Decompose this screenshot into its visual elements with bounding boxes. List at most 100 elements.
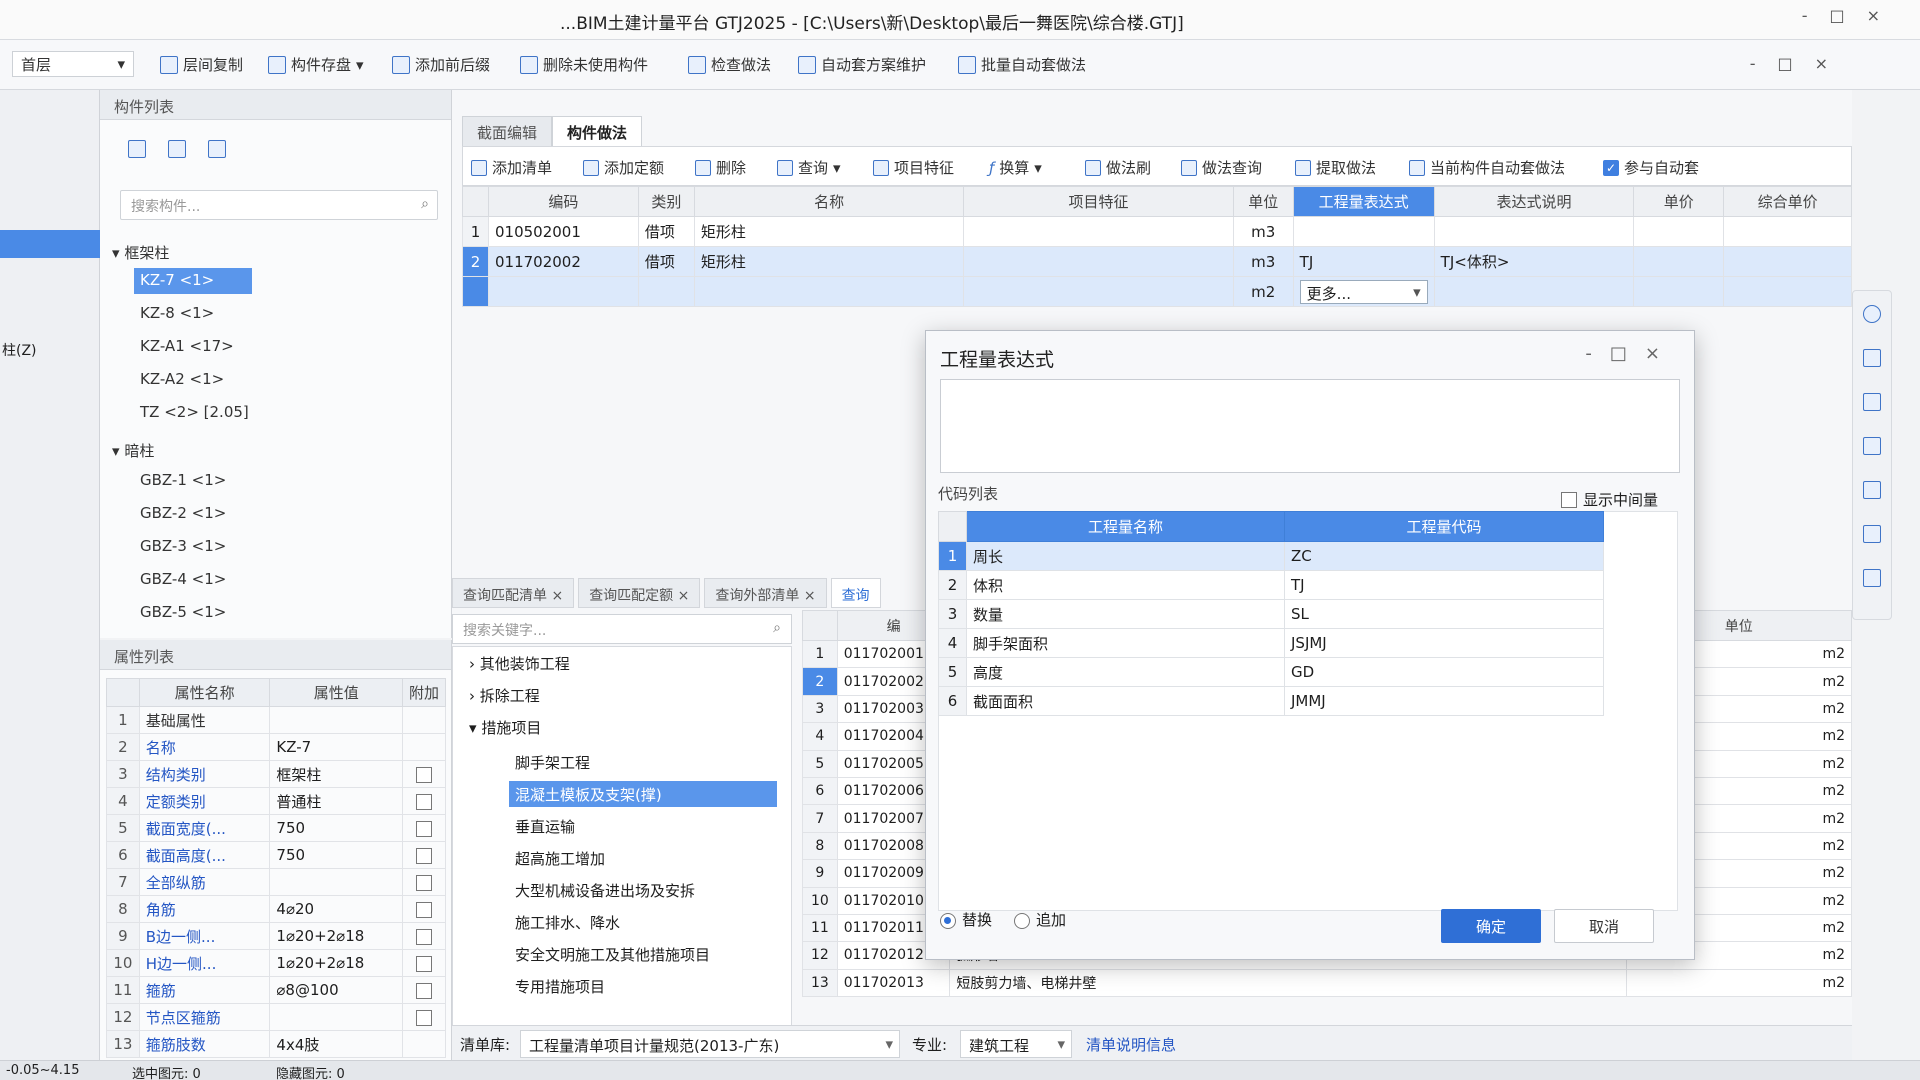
query-button[interactable]: 查询 ▾ (777, 157, 841, 178)
tree-item[interactable]: KZ-A2 <1> (134, 367, 230, 393)
chevron-down-icon[interactable]: ▾ (469, 719, 481, 737)
chevron-right-icon[interactable]: › (469, 687, 480, 705)
tree-item[interactable]: TZ <2> [2.05] (134, 400, 255, 426)
delete-button[interactable]: 删除 (695, 157, 746, 178)
tab-query-match-quota[interactable]: 查询匹配定额 × (578, 578, 701, 608)
checkbox-icon[interactable] (1560, 491, 1577, 508)
convert-button[interactable]: ƒ 换算 ▾ (989, 157, 1042, 178)
child-maximize-button[interactable]: □ (1777, 54, 1814, 73)
tree-item[interactable]: KZ-8 <1> (134, 301, 220, 327)
tree-group-hidden-column[interactable]: ▾ 暗柱 (112, 440, 154, 461)
delete-component-icon[interactable] (208, 140, 226, 158)
expression-dropdown[interactable]: 更多... (1299, 279, 1428, 304)
tab-component-method[interactable]: 构件做法 (552, 116, 643, 146)
dialog-minimize-button[interactable]: - (1585, 343, 1610, 364)
tree-item[interactable]: 混凝土模板及支架(撑) (509, 781, 777, 807)
note-tool-icon[interactable] (1863, 569, 1881, 587)
tree-item[interactable]: GBZ-2 <1> (134, 501, 232, 527)
batch-auto-method-button[interactable]: 批量自动套做法 (958, 54, 1086, 75)
copy-between-floors-button[interactable]: 层间复制 (160, 54, 243, 75)
floor-select[interactable]: 首层 ▾ (12, 51, 134, 77)
tab-query-external-list[interactable]: 查询外部清单 × (704, 578, 827, 608)
settings-icon[interactable] (1863, 525, 1881, 543)
search-icon[interactable]: ⌕ (773, 620, 781, 636)
layer-tool-icon[interactable] (1863, 349, 1881, 367)
close-icon[interactable]: × (678, 588, 690, 604)
tree-item[interactable]: 施工排水、降水 (509, 909, 626, 935)
method-query-button[interactable]: 做法查询 (1181, 157, 1262, 178)
property-value[interactable] (269, 1003, 404, 1031)
show-intermediate-checkbox[interactable]: 显示中间量 (1560, 489, 1658, 510)
join-auto-checkbox[interactable]: ✓ 参与自动套 (1603, 157, 1699, 178)
property-value[interactable]: 1⌀20+2⌀18 (269, 949, 404, 977)
checkbox-icon[interactable] (416, 928, 433, 945)
add-list-button[interactable]: 添加清单 (471, 157, 552, 178)
radio-replace[interactable]: 替换 (940, 909, 992, 930)
expression-input[interactable] (940, 379, 1680, 473)
child-minimize-button[interactable]: - (1750, 54, 1778, 73)
child-close-button[interactable]: × (1815, 54, 1850, 73)
major-select[interactable]: 建筑工程 (960, 1030, 1072, 1058)
property-value[interactable]: 750 (269, 814, 404, 842)
tree-item[interactable]: 脚手架工程 (509, 749, 596, 775)
radio-selected-icon[interactable] (940, 912, 956, 929)
auto-apply-current-button[interactable]: 当前构件自动套做法 (1409, 157, 1565, 178)
tab-query-match-list[interactable]: 查询匹配清单 × (452, 578, 575, 608)
dialog-close-button[interactable]: × (1645, 343, 1678, 364)
chevron-right-icon[interactable]: › (469, 655, 480, 673)
circle-tool-icon[interactable] (1863, 305, 1881, 323)
view-tool-icon[interactable] (1863, 393, 1881, 411)
component-search-input[interactable]: 搜索构件... ⌕ (120, 190, 438, 220)
close-icon[interactable]: × (804, 588, 816, 604)
quantity-row[interactable]: 3 数量 SL (938, 599, 1604, 629)
tree-item[interactable]: 垂直运输 (509, 813, 581, 839)
tree-item[interactable]: KZ-A1 <17> (134, 334, 240, 360)
checkbox-icon[interactable] (416, 982, 433, 999)
property-row[interactable]: 7 全部纵筋 (106, 868, 446, 896)
quantity-row[interactable]: 1 周长 ZC (938, 541, 1604, 571)
property-value[interactable]: 1⌀20+2⌀18 (269, 922, 404, 950)
tree-item[interactable]: GBZ-1 <1> (134, 468, 232, 494)
property-row[interactable]: 8 角筋 4⌀20 (106, 895, 446, 923)
left-nav-selected[interactable] (0, 230, 100, 258)
property-row[interactable]: 13 箍筋肢数 4x4肢 (106, 1030, 446, 1058)
child-window-controls[interactable]: -□× (1750, 54, 1850, 73)
property-value[interactable]: KZ-7 (269, 733, 404, 761)
checkbox-icon[interactable] (416, 874, 433, 891)
window-controls[interactable]: -□× (1802, 6, 1902, 25)
property-value[interactable]: 4⌀20 (269, 895, 404, 923)
minimize-button[interactable]: - (1802, 6, 1830, 25)
boq-row[interactable]: 2 011702002 借项 矩形柱 m3 TJ TJ<体积> (462, 246, 1852, 277)
auto-plan-maintain-button[interactable]: 自动套方案维护 (798, 54, 926, 75)
cube-tool-icon[interactable] (1863, 437, 1881, 455)
code-row[interactable]: 13 011702013 短肢剪力墙、电梯井壁 m2 (802, 968, 1853, 998)
property-value[interactable]: 框架柱 (269, 760, 404, 788)
dialog-maximize-button[interactable]: □ (1610, 343, 1645, 364)
tab-query[interactable]: 查询 (830, 578, 881, 608)
tree-item[interactable]: 大型机械设备进出场及安拆 (509, 877, 701, 903)
item-feature-button[interactable]: 项目特征 (873, 157, 954, 178)
close-button[interactable]: × (1867, 6, 1902, 25)
property-value[interactable]: ⌀8@100 (269, 976, 404, 1004)
property-value[interactable] (269, 868, 404, 896)
save-component-button[interactable]: 构件存盘 ▾ (268, 54, 364, 75)
property-value[interactable]: 750 (269, 841, 404, 869)
extract-method-button[interactable]: 提取做法 (1295, 157, 1376, 178)
tree-item[interactable]: 安全文明施工及其他措施项目 (509, 941, 716, 967)
checkbox-icon[interactable] (416, 766, 433, 783)
list-library-select[interactable]: 工程量清单项目计量规范(2013-广东) (520, 1030, 900, 1058)
radio-icon[interactable] (1014, 912, 1031, 929)
ok-button[interactable]: 确定 (1441, 909, 1541, 943)
property-row[interactable]: 12 节点区箍筋 (106, 1003, 446, 1031)
maximize-button[interactable]: □ (1829, 6, 1866, 25)
keyword-search-input[interactable]: 搜索关键字... ⌕ (452, 614, 792, 644)
check-method-button[interactable]: 检查做法 (688, 54, 771, 75)
property-row[interactable]: 4 定额类别 普通柱 (106, 787, 446, 815)
checkbox-icon[interactable] (416, 901, 433, 918)
quantity-row[interactable]: 6 截面面积 JMMJ (938, 686, 1604, 716)
radio-append[interactable]: 追加 (1014, 909, 1066, 930)
checkbox-icon[interactable] (416, 955, 433, 972)
property-value[interactable]: 4x4肢 (269, 1030, 404, 1058)
tree-group[interactable]: ▾ 措施项目 (469, 717, 541, 738)
checkbox-icon[interactable] (416, 1009, 433, 1026)
